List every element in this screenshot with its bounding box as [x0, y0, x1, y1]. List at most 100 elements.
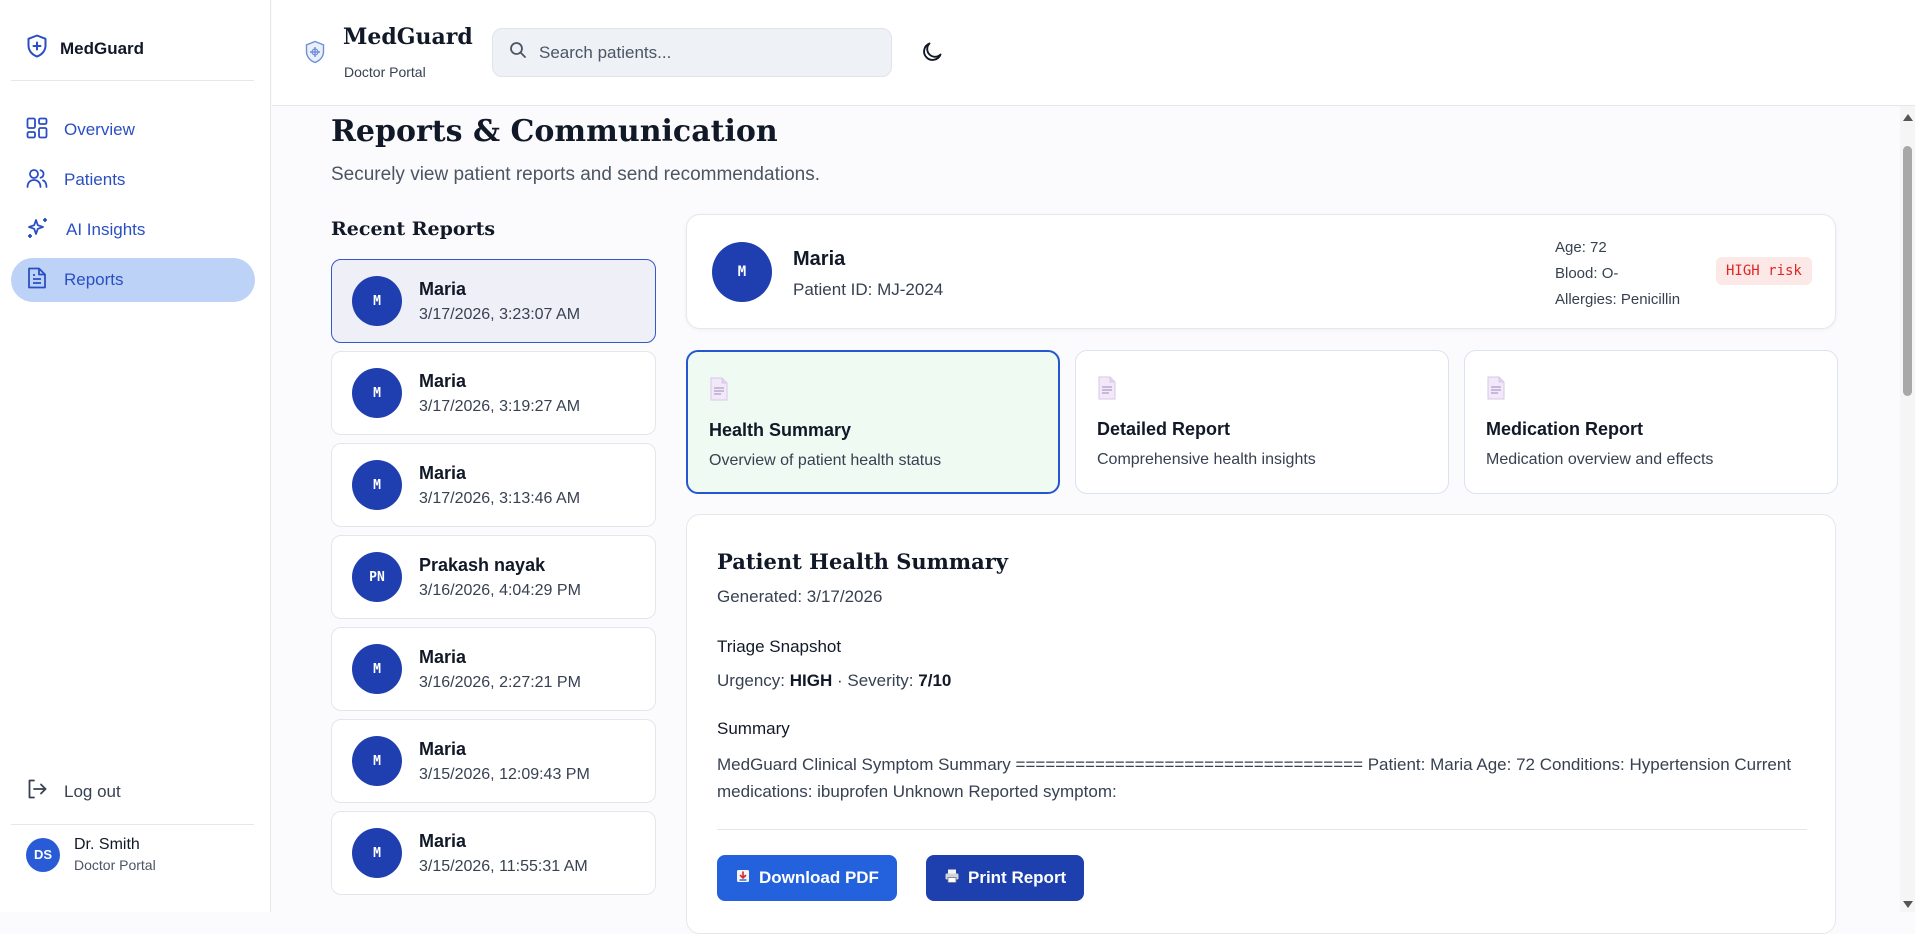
patient-age: Age: 72	[1555, 239, 1607, 256]
report-date: 3/17/2026, 3:13:46 AM	[419, 489, 581, 507]
report-date: 3/17/2026, 3:23:07 AM	[419, 305, 581, 323]
report-date: 3/15/2026, 11:55:31 AM	[419, 857, 588, 875]
shield-plus-icon	[26, 34, 48, 63]
page-subtitle: Securely view patient reports and send r…	[331, 164, 820, 185]
sidebar-item-label: Patients	[64, 170, 126, 189]
summary-text: MedGuard Clinical Symptom Summary ======…	[717, 755, 1792, 801]
severity-label: · Severity:	[837, 671, 914, 690]
printer-icon	[944, 868, 960, 889]
sidebar-brand[interactable]: MedGuard	[26, 34, 144, 63]
scrollbar-thumb[interactable]	[1903, 146, 1912, 396]
avatar: M	[352, 460, 402, 510]
report-item[interactable]: M Maria 3/17/2026, 3:19:27 AM	[331, 351, 656, 435]
sidebar-item-overview[interactable]: Overview	[11, 108, 255, 152]
sidebar-item-reports[interactable]: Reports	[11, 258, 255, 302]
risk-badge: HIGH risk	[1716, 257, 1812, 285]
sidebar-item-patients[interactable]: Patients	[11, 158, 255, 202]
patient-name: Maria	[793, 248, 846, 270]
download-icon	[735, 868, 751, 889]
severity-value: 7/10	[918, 671, 952, 690]
report-type-desc: Medication overview and effects	[1486, 451, 1714, 468]
report-type-desc: Overview of patient health status	[709, 452, 942, 469]
report-item[interactable]: M Maria 3/15/2026, 11:55:31 AM	[331, 811, 656, 895]
recent-reports-list: M Maria 3/17/2026, 3:23:07 AM M Maria 3/17…	[331, 259, 656, 903]
sidebar: MedGuard Overview Patients AI Insights R…	[0, 0, 271, 912]
report-type-detailed-report[interactable]: Detailed Report Comprehensive health ins…	[1075, 350, 1449, 494]
divider	[717, 829, 1807, 830]
patient-allergies: Allergies: Penicillin	[1555, 291, 1681, 308]
avatar: M	[352, 368, 402, 418]
logout-button[interactable]: Log out	[26, 778, 121, 805]
document-icon	[709, 377, 729, 406]
search-input[interactable]	[539, 42, 859, 63]
avatar: M	[352, 644, 402, 694]
sidebar-item-ai-insights[interactable]: AI Insights	[11, 208, 255, 252]
report-date: 3/17/2026, 3:19:27 AM	[419, 397, 581, 415]
report-type-health-summary[interactable]: Health Summary Overview of patient healt…	[686, 350, 1060, 494]
document-icon	[1097, 376, 1117, 405]
sidebar-item-label: Overview	[64, 120, 135, 139]
moon-icon[interactable]	[920, 40, 944, 69]
avatar: PN	[352, 552, 402, 602]
triage-line: Urgency: HIGH · Severity: 7/10	[717, 671, 951, 691]
user-role: Doctor Portal	[74, 857, 156, 873]
avatar: M	[352, 736, 402, 786]
sidebar-brand-name: MedGuard	[60, 38, 145, 58]
report-date: 3/16/2026, 4:04:29 PM	[419, 581, 581, 599]
download-pdf-button[interactable]: Download PDF	[717, 855, 897, 901]
report-type-medication-report[interactable]: Medication Report Medication overview an…	[1464, 350, 1838, 494]
user-profile[interactable]: DS Dr. Smith Doctor Portal	[26, 836, 156, 873]
report-patient-name: Maria	[419, 646, 467, 667]
avatar: M	[352, 828, 402, 878]
sidebar-item-label: Reports	[64, 270, 124, 289]
sparkles-icon	[26, 216, 50, 245]
scrollbar[interactable]	[1900, 106, 1915, 912]
search-bar	[492, 28, 892, 77]
report-patient-name: Prakash nayak	[419, 554, 546, 575]
patient-info-card: M Maria Patient ID: MJ-2024 Age: 72 Bloo…	[686, 214, 1836, 329]
patient-meta: Age: 72 Blood: O- Allergies: Penicillin	[1555, 235, 1680, 313]
search-icon	[509, 41, 527, 64]
medguard-logo-icon	[304, 40, 326, 69]
page-title: Reports & Communication	[331, 114, 778, 149]
sidebar-nav: Overview Patients AI Insights Reports	[11, 108, 255, 308]
patient-blood: Blood: O-	[1555, 265, 1619, 282]
report-type-title: Medication Report	[1486, 419, 1644, 439]
scroll-up-arrow-icon[interactable]	[1903, 114, 1913, 121]
summary-generated-date: Generated: 3/17/2026	[717, 587, 883, 606]
report-type-title: Health Summary	[709, 420, 852, 440]
print-report-button[interactable]: Print Report	[926, 855, 1085, 901]
health-summary-panel: Patient Health Summary Generated: 3/17/2…	[686, 514, 1836, 934]
report-type-desc: Comprehensive health insights	[1097, 451, 1316, 468]
sidebar-item-label: AI Insights	[66, 220, 146, 239]
report-item[interactable]: M Maria 3/16/2026, 2:27:21 PM	[331, 627, 656, 711]
file-text-icon	[26, 266, 48, 295]
scroll-down-arrow-icon[interactable]	[1903, 901, 1913, 908]
report-item[interactable]: M Maria 3/17/2026, 3:23:07 AM	[331, 259, 656, 343]
log-out-icon	[26, 778, 48, 805]
report-item[interactable]: M Maria 3/15/2026, 12:09:43 PM	[331, 719, 656, 803]
app-title: MedGuard	[343, 24, 473, 50]
users-icon	[26, 167, 48, 194]
triage-heading: Triage Snapshot	[717, 637, 842, 656]
document-icon	[1486, 376, 1506, 405]
report-item[interactable]: M Maria 3/17/2026, 3:13:46 AM	[331, 443, 656, 527]
divider	[11, 80, 254, 81]
report-patient-name: Maria	[419, 738, 467, 759]
layout-grid-icon	[26, 117, 48, 144]
report-item[interactable]: PN Prakash nayak 3/16/2026, 4:04:29 PM	[331, 535, 656, 619]
avatar: DS	[26, 837, 60, 872]
patient-id: Patient ID: MJ-2024	[793, 280, 944, 299]
logout-label: Log out	[64, 781, 121, 801]
print-report-label: Print Report	[968, 868, 1067, 887]
report-type-title: Detailed Report	[1097, 419, 1231, 439]
avatar: M	[712, 242, 772, 302]
recent-reports-heading: Recent Reports	[331, 218, 496, 240]
app-subtitle: Doctor Portal	[344, 64, 426, 80]
report-date: 3/16/2026, 2:27:21 PM	[419, 673, 581, 691]
header: MedGuard Doctor Portal	[272, 0, 1915, 106]
report-patient-name: Maria	[419, 370, 467, 391]
report-patient-name: Maria	[419, 462, 467, 483]
report-patient-name: Maria	[419, 830, 467, 851]
summary-title: Patient Health Summary	[717, 549, 1008, 574]
